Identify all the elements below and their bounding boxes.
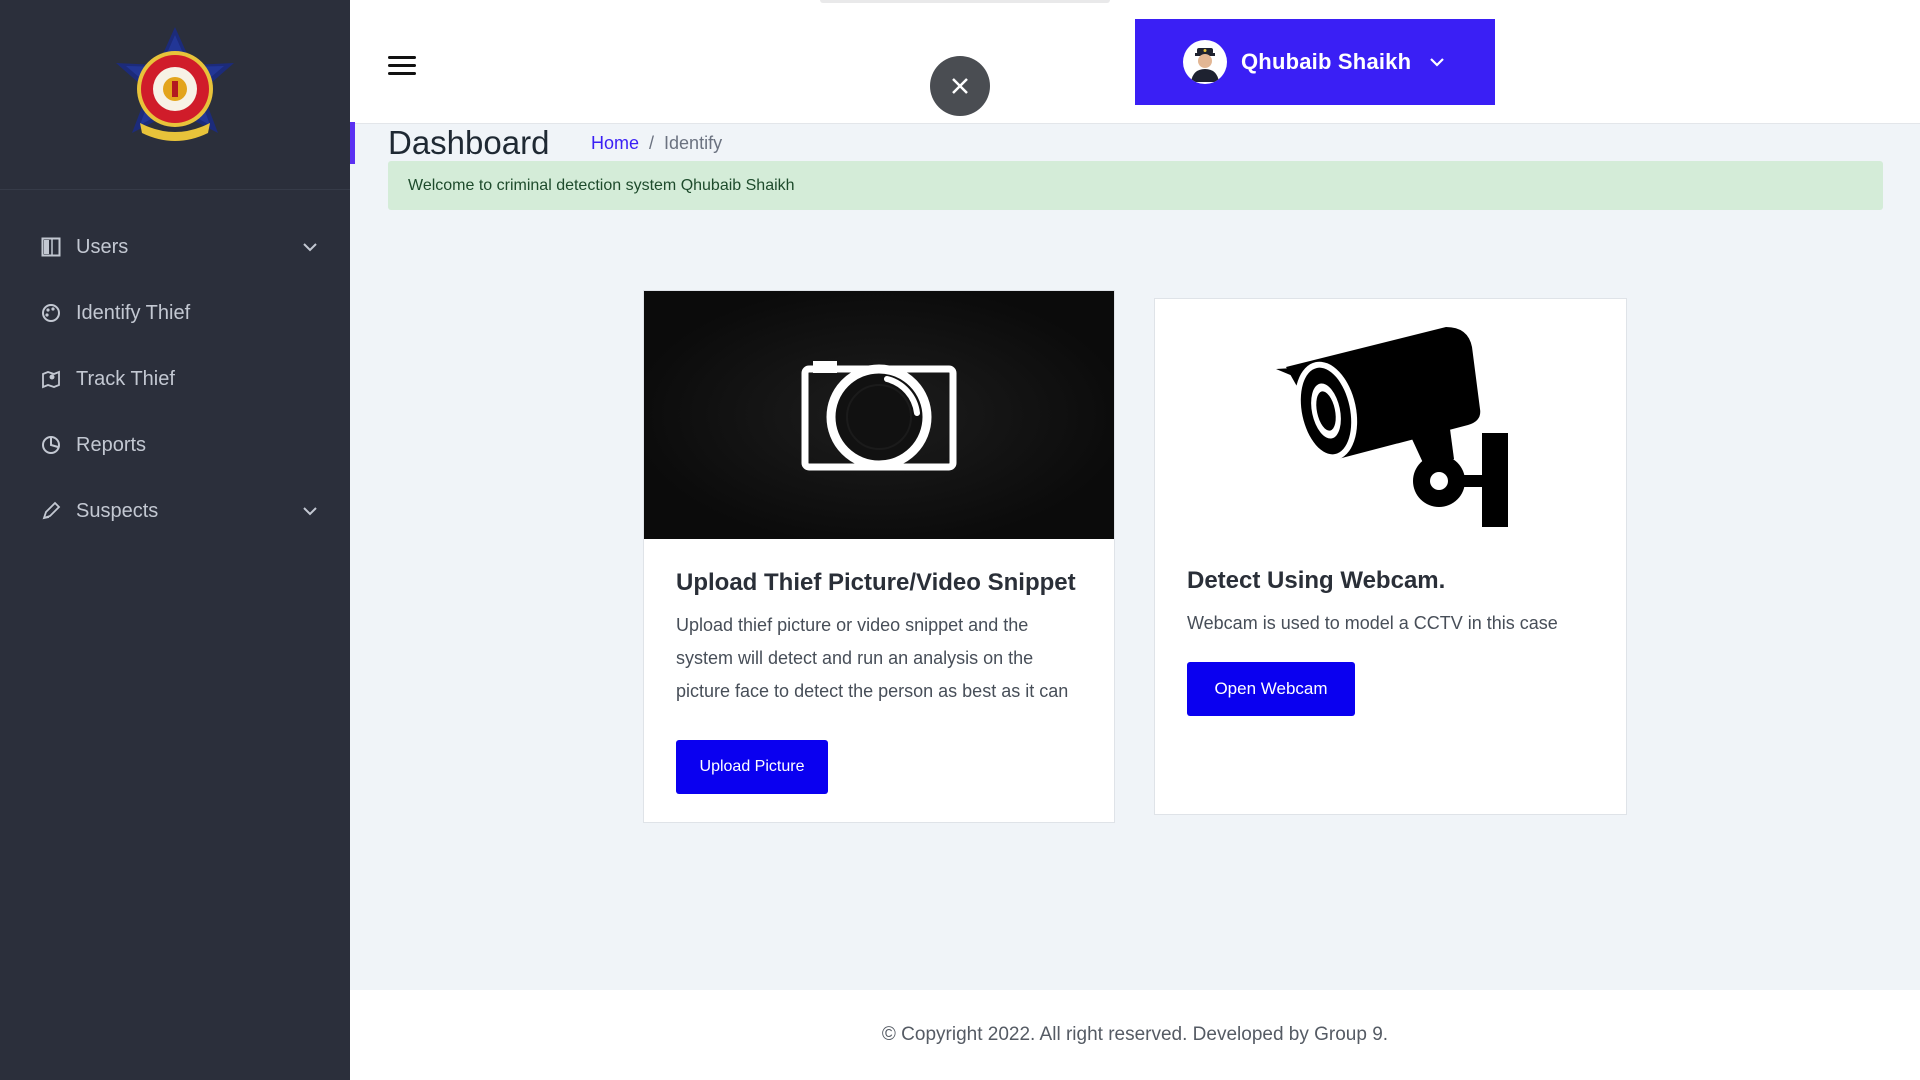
columns-icon	[40, 236, 62, 258]
sidebar: Users Identify Thief Track Thief Reports	[0, 0, 350, 1080]
webcam-card-text: Webcam is used to model a CCTV in this c…	[1187, 613, 1558, 633]
palette-icon	[40, 302, 62, 324]
breadcrumb: Home / Identify	[591, 133, 722, 154]
close-icon	[952, 78, 968, 94]
welcome-alert: Welcome to criminal detection system Qhu…	[388, 161, 1883, 210]
cctv-camera-icon	[1275, 327, 1508, 527]
webcam-card-title: Detect Using Webcam.	[1187, 567, 1446, 594]
hamburger-menu-icon[interactable]	[388, 56, 416, 78]
camera-image	[644, 291, 1114, 539]
cctv-image	[1155, 299, 1626, 549]
top-header: Qhubaib Shaikh	[350, 0, 1920, 124]
police-officer-icon	[1191, 48, 1219, 82]
copyright-text: © Copyright 2022. All right reserved. De…	[881, 1024, 1389, 1045]
close-button[interactable]	[930, 56, 990, 116]
sidebar-item-label: Identify Thief	[76, 301, 191, 324]
top-divider	[820, 0, 1110, 3]
logo-area	[0, 0, 350, 190]
upload-card: Upload Thief Picture/Video Snippet Uploa…	[643, 290, 1115, 823]
avatar	[1183, 40, 1227, 84]
chevron-down-icon	[303, 507, 317, 516]
open-webcam-button[interactable]: Open Webcam	[1187, 662, 1355, 716]
upload-card-title: Upload Thief Picture/Video Snippet	[676, 569, 1076, 596]
user-name: Qhubaib Shaikh	[1241, 49, 1412, 74]
chevron-down-icon	[1430, 58, 1445, 67]
sidebar-item-label: Users	[76, 235, 129, 258]
sidebar-nav: Users Identify Thief Track Thief Reports	[0, 190, 350, 544]
camera-icon	[801, 361, 957, 471]
pen-icon	[40, 500, 62, 522]
police-badge-logo	[116, 26, 234, 141]
sidebar-item-label: Suspects	[76, 499, 159, 522]
sidebar-item-users[interactable]: Users	[0, 214, 350, 280]
footer: © Copyright 2022. All right reserved. De…	[350, 990, 1920, 1080]
user-menu-button[interactable]: Qhubaib Shaikh	[1135, 19, 1495, 105]
sidebar-item-track-thief[interactable]: Track Thief	[0, 346, 350, 412]
title-accent-bar	[350, 122, 355, 164]
sidebar-item-identify-thief[interactable]: Identify Thief	[0, 280, 350, 346]
upload-card-text: Upload thief picture or video snippet an…	[676, 615, 1069, 701]
sidebar-item-reports[interactable]: Reports	[0, 412, 350, 478]
map-icon	[40, 368, 62, 390]
sidebar-item-suspects[interactable]: Suspects	[0, 478, 350, 544]
pie-chart-icon	[40, 434, 62, 456]
breadcrumb-current: Identify	[664, 133, 723, 153]
upload-picture-button[interactable]: Upload Picture	[676, 740, 828, 794]
breadcrumb-home-link[interactable]: Home	[591, 133, 639, 154]
breadcrumb-separator: /	[649, 133, 655, 153]
sidebar-item-label: Track Thief	[76, 367, 175, 390]
chevron-down-icon	[303, 243, 317, 252]
webcam-card: Detect Using Webcam. Webcam is used to m…	[1154, 298, 1627, 815]
page-title: Dashboard	[388, 124, 550, 161]
sidebar-item-label: Reports	[76, 433, 147, 456]
